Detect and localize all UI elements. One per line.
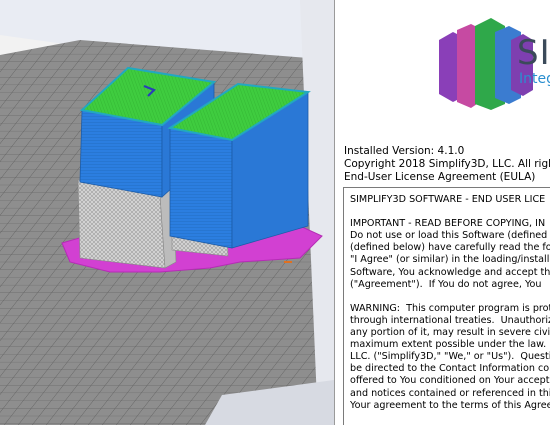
logo-wordmark: SIM [517, 33, 550, 73]
eula-line: be directed to the Contact Information c… [350, 363, 550, 375]
model-part-right-front [169, 127, 233, 249]
eula-line: IMPORTANT - READ BEFORE COPYING, IN [350, 218, 546, 230]
eula-line: WARNING: This computer program is prot [350, 302, 550, 314]
eula-line: offered to You conditioned on Your accep… [350, 375, 550, 387]
eula-text-box[interactable]: SIMPLIFY3D SOFTWARE - END USER LICE IMPOR… [343, 187, 550, 425]
eula-line: Do not use or load this Software (define… [350, 230, 548, 242]
eula-line: and notices contained or referenced in t… [350, 387, 550, 399]
eula-line: ("Agreement"). If You do not agree, You [350, 278, 542, 290]
eula-heading: End-User License Agreement (EULA) [344, 171, 536, 183]
eula-line: Software, You acknowledge and accept th [350, 266, 550, 278]
about-dialog: SIM Integ Installed Version: 4.1.0 Copyr… [334, 0, 550, 425]
logo-tagline: Integ [519, 71, 550, 87]
copyright-text: Copyright 2018 Simplify3D, LLC. All righ… [344, 158, 550, 170]
installed-version: Installed Version: 4.1.0 [344, 145, 465, 157]
eula-line: through international treaties. Unauthor… [350, 314, 550, 326]
eula-text: SIMPLIFY3D SOFTWARE - END USER LICE IMPOR… [350, 194, 550, 412]
eula-line: (defined below) have carefully read the … [350, 242, 550, 254]
eula-line: any portion of it, may result in severe … [350, 327, 550, 339]
eula-line: SIMPLIFY3D SOFTWARE - END USER LICE [350, 194, 546, 205]
eula-line: maximum extent possible under the law. T [350, 339, 550, 351]
eula-line: Your agreement to the terms of this Agre… [350, 399, 550, 411]
eula-line: LLC. ("Simplify3D," "We," or "Us"). Ques… [350, 351, 550, 363]
3d-viewport[interactable] [0, 0, 334, 425]
eula-line: "I Agree" (or similar) in the loading/in… [350, 254, 550, 266]
